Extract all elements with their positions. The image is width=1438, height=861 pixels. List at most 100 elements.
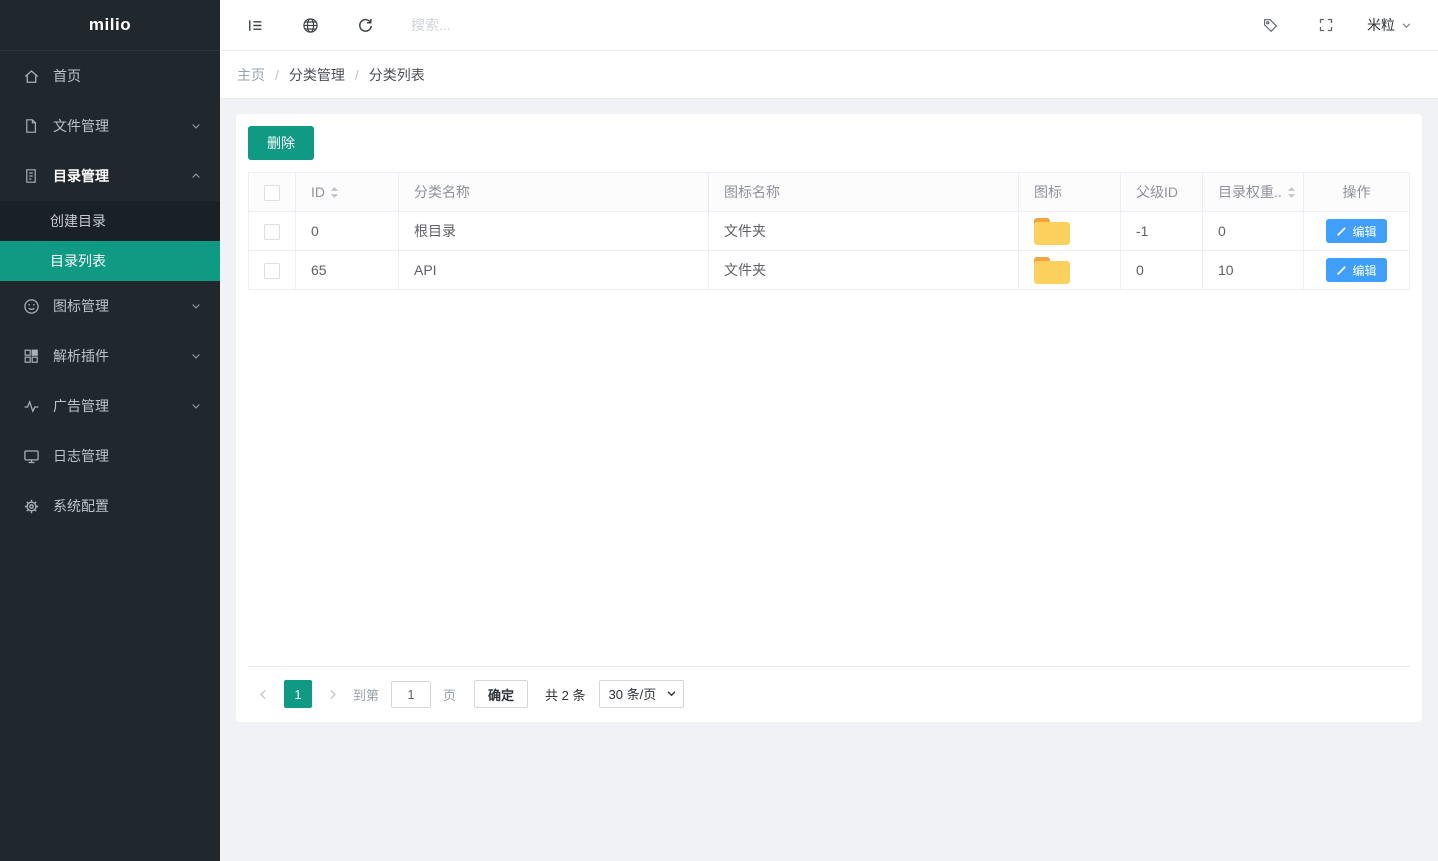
chevron-down-icon [190, 300, 202, 312]
sidebar-item-label: 广告管理 [53, 396, 190, 416]
sidebar-item-label: 解析插件 [53, 346, 190, 366]
breadcrumb-separator: / [275, 67, 279, 83]
sidebar-subitem-create-directory[interactable]: 创建目录 [0, 201, 220, 241]
tag-icon[interactable] [1261, 16, 1279, 34]
refresh-icon[interactable] [356, 16, 374, 34]
sidebar-item-home[interactable]: 首页 [0, 51, 220, 101]
table-row: 0 根目录 文件夹 -1 0 编辑 [249, 212, 1410, 251]
pencil-icon [1336, 226, 1347, 237]
sidebar-item-log-management[interactable]: 日志管理 [0, 431, 220, 481]
breadcrumb-item-category-management[interactable]: 分类管理 [289, 65, 345, 85]
cell-parent-id: -1 [1121, 212, 1203, 251]
total-count-label: 共 2 条 [545, 685, 585, 704]
language-globe-icon[interactable] [301, 16, 319, 34]
sidebar-item-label: 系统配置 [53, 496, 202, 516]
sidebar-item-file-management[interactable]: 文件管理 [0, 101, 220, 151]
column-header-icon-name: 图标名称 [709, 173, 1019, 212]
row-checkbox[interactable] [264, 224, 280, 240]
chevron-down-icon [190, 400, 202, 412]
user-menu[interactable]: 米粒 [1367, 15, 1412, 35]
column-label: 父级ID [1136, 184, 1178, 200]
row-checkbox[interactable] [264, 263, 280, 279]
gear-icon [22, 497, 40, 515]
sidebar-item-directory-management[interactable]: 目录管理 [0, 151, 220, 201]
cell-category-name: 根目录 [399, 212, 709, 251]
sidebar-submenu: 创建目录 目录列表 [0, 201, 220, 281]
sort-icon[interactable] [1287, 186, 1296, 199]
sidebar-item-system-config[interactable]: 系统配置 [0, 481, 220, 531]
chevron-down-icon [190, 350, 202, 362]
pencil-icon [1336, 265, 1347, 276]
pagination: 1 到第 页 确定 共 2 条 30 条/页 [248, 666, 1410, 710]
breadcrumb: 主页 / 分类管理 / 分类列表 [220, 51, 1438, 99]
column-label: 分类名称 [414, 184, 470, 200]
fullscreen-icon[interactable] [1317, 16, 1335, 34]
column-header-icon: 图标 [1019, 173, 1121, 212]
sidebar-item-label: 目录管理 [53, 166, 190, 186]
cell-id: 0 [296, 212, 399, 251]
folder-icon [1034, 257, 1070, 284]
monitor-icon [22, 447, 40, 465]
cell-icon-name: 文件夹 [709, 212, 1019, 251]
page-size-select-wrap: 30 条/页 [599, 680, 684, 708]
column-label: 图标名称 [724, 184, 780, 200]
cell-weight: 10 [1203, 251, 1304, 290]
goto-page-input[interactable] [391, 681, 431, 708]
sidebar: milio 首页 文件管理 目录管 [0, 0, 220, 861]
column-label: 操作 [1343, 184, 1371, 200]
sidebar-item-parse-plugins[interactable]: 解析插件 [0, 331, 220, 381]
confirm-button[interactable]: 确定 [474, 680, 528, 708]
sidebar-item-label: 文件管理 [53, 116, 190, 136]
column-header-weight[interactable]: 目录权重.. [1203, 173, 1304, 212]
breadcrumb-item-category-list[interactable]: 分类列表 [369, 65, 425, 85]
sort-icon[interactable] [330, 186, 339, 199]
components-icon [22, 347, 40, 365]
category-table: ID 分类名称 图标名称 图标 父级ID [248, 172, 1410, 290]
column-label: 目录权重.. [1218, 182, 1282, 202]
cell-id: 65 [296, 251, 399, 290]
chevron-down-icon [1401, 20, 1412, 31]
delete-button[interactable]: 删除 [248, 126, 314, 160]
cell-parent-id: 0 [1121, 251, 1203, 290]
edit-button[interactable]: 编辑 [1326, 258, 1386, 282]
cell-category-name: API [399, 251, 709, 290]
activity-icon [22, 397, 40, 415]
next-page-icon[interactable] [326, 688, 339, 701]
column-header-category-name: 分类名称 [399, 173, 709, 212]
sidebar-menu: 首页 文件管理 目录管理 [0, 51, 220, 531]
edit-button[interactable]: 编辑 [1326, 219, 1386, 243]
select-all-checkbox[interactable] [264, 185, 280, 201]
file-icon [22, 117, 40, 135]
sidebar-item-label: 日志管理 [53, 446, 202, 466]
column-header-id[interactable]: ID [296, 173, 399, 212]
table-row: 65 API 文件夹 0 10 编辑 [249, 251, 1410, 290]
sidebar-item-ad-management[interactable]: 广告管理 [0, 381, 220, 431]
topbar: 米粒 [220, 0, 1438, 51]
goto-suffix-label: 页 [443, 685, 456, 704]
collapse-sidebar-icon[interactable] [246, 16, 264, 34]
sidebar-subitem-label: 目录列表 [50, 251, 106, 271]
table-header-row: ID 分类名称 图标名称 图标 父级ID [249, 173, 1410, 212]
card-spacer [248, 290, 1410, 666]
chevron-up-icon [190, 170, 202, 182]
column-label: 图标 [1034, 184, 1062, 200]
smiley-icon [22, 297, 40, 315]
document-icon [22, 167, 40, 185]
sidebar-item-icon-management[interactable]: 图标管理 [0, 281, 220, 331]
edit-button-label: 编辑 [1352, 223, 1376, 240]
breadcrumb-separator: / [355, 67, 359, 83]
prev-page-icon[interactable] [257, 688, 270, 701]
topbar-right: 米粒 [1223, 15, 1412, 35]
search-input[interactable] [411, 17, 631, 33]
breadcrumb-item-home[interactable]: 主页 [237, 65, 265, 85]
page-content: 删除 ID [220, 99, 1438, 861]
sidebar-subitem-directory-list[interactable]: 目录列表 [0, 241, 220, 281]
main-area: 米粒 主页 / 分类管理 / 分类列表 删除 [220, 0, 1438, 861]
cell-icon-name: 文件夹 [709, 251, 1019, 290]
column-header-parent-id: 父级ID [1121, 173, 1203, 212]
column-header-action: 操作 [1304, 173, 1410, 212]
page-size-select[interactable]: 30 条/页 [599, 680, 684, 708]
page-number-button[interactable]: 1 [284, 680, 312, 708]
cell-weight: 0 [1203, 212, 1304, 251]
sidebar-item-label: 首页 [53, 66, 202, 86]
